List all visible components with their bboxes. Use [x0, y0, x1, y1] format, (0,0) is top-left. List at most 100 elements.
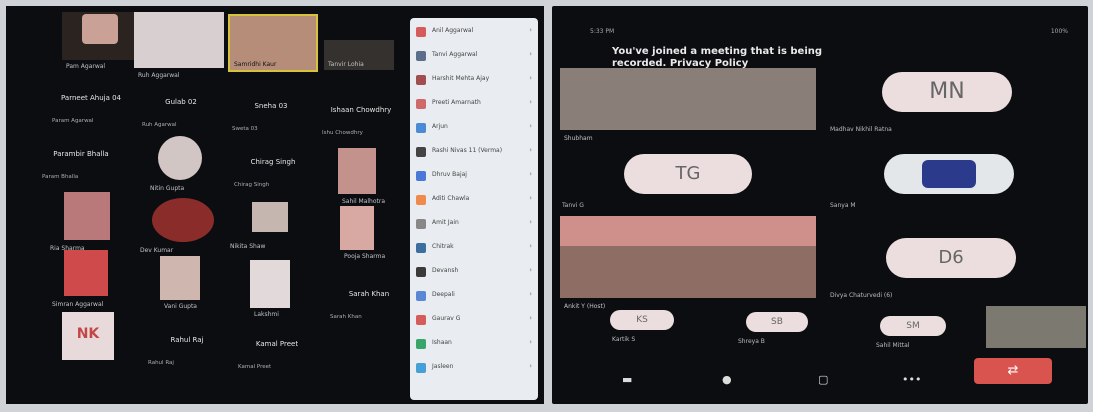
participant-avatar-icon — [416, 147, 426, 157]
participant-initials: TG — [675, 163, 701, 184]
participant-list-item[interactable]: Dhruv Bajaj › — [416, 168, 532, 186]
participant-list-name: Amit Jain — [432, 219, 459, 226]
participant-list-name: Harshit Mehta Ajay — [432, 75, 490, 82]
participant-tile[interactable]: Simran Aggarwal — [52, 250, 108, 308]
participant-tile[interactable]: Ishaan Chowdhry Ishu Chowdhry — [316, 98, 406, 138]
participant-name: Vani Gupta — [164, 303, 197, 310]
participant-list-item[interactable]: Rashi Nivas 11 (Verma) › — [416, 144, 532, 162]
participant-subname: Param Bhalla — [42, 174, 79, 180]
participant-name: Sarah Khan — [348, 290, 390, 298]
participant-tile[interactable]: Nikita Shaw — [230, 202, 288, 250]
participant-tile[interactable]: Tanvir Lohia — [324, 40, 394, 70]
recording-banner[interactable]: You've joined a meeting that is being re… — [612, 46, 922, 70]
participant-name: Lakshmi — [254, 311, 279, 318]
participant-tile[interactable]: NK — [62, 312, 114, 360]
participant-list-item[interactable]: Chitrak › — [416, 240, 532, 258]
participant-name: Rahul Raj — [170, 336, 204, 344]
more-options-icon[interactable]: ••• — [902, 373, 921, 386]
participant-list-name: Anil Aggarwal — [432, 27, 474, 34]
chevron-right-icon: › — [529, 242, 532, 250]
participant-avatar[interactable]: KS — [610, 310, 674, 330]
participant-list-item[interactable]: Arjun › — [416, 120, 532, 138]
participant-list-name: Chitrak — [432, 243, 454, 250]
battery-indicator: 100% — [1050, 28, 1068, 35]
participant-avatar[interactable]: D6 — [886, 238, 1016, 278]
participant-tile[interactable]: Pam Agarwal — [62, 12, 140, 70]
participant-tile[interactable]: Gulab 02 Ruh Agarwal — [136, 90, 226, 130]
participant-initials: SM — [906, 321, 920, 331]
participant-subname: Chirag Singh — [234, 182, 270, 188]
participant-tile[interactable]: Parneet Ahuja 04 Param Agarwal — [46, 86, 136, 126]
participant-tile[interactable]: Rahul Raj Rahul Raj — [142, 328, 232, 368]
participant-list-name: Tanvi Aggarwal — [432, 51, 478, 58]
participant-avatar-icon — [416, 339, 426, 349]
participant-list-name: Arjun — [432, 123, 448, 130]
participant-avatar-icon — [416, 195, 426, 205]
active-speaker-tile[interactable]: Samridhi Kaur — [228, 14, 318, 72]
participant-avatar-icon — [416, 219, 426, 229]
participant-avatar-icon — [416, 75, 426, 85]
participant-list-item[interactable]: Gaurav G › — [416, 312, 532, 330]
participant-tile[interactable]: Pooja Sharma — [340, 206, 385, 260]
participant-list-item[interactable]: Aditi Chawla › — [416, 192, 532, 210]
participant-avatar-icon — [416, 51, 426, 61]
participant-tile[interactable]: Sahil Malhotra — [338, 148, 385, 205]
self-view-tile[interactable] — [986, 306, 1086, 348]
participant-avatar[interactable]: SM — [880, 316, 946, 336]
participant-list-name: Rashi Nivas 11 (Verma) — [432, 147, 503, 154]
participant-name: Shreya B — [738, 338, 765, 345]
participant-name: Tanvi G — [562, 202, 584, 209]
participant-avatar-icon — [416, 267, 426, 277]
participant-avatar[interactable] — [884, 154, 1014, 194]
participant-list-name: Jasleen — [432, 363, 454, 370]
participant-name: Parambir Bhalla — [53, 150, 109, 158]
participant-tile[interactable]: Ria Sharma — [50, 192, 110, 252]
participant-list-item[interactable]: Deepali › — [416, 288, 532, 306]
participant-tile[interactable]: Ruh Aggarwal — [134, 12, 224, 79]
participants-list-panel[interactable]: Anil Aggarwal › Tanvi Aggarwal › Harshit M… — [410, 18, 538, 400]
participant-list-item[interactable]: Devansh › — [416, 264, 532, 282]
participant-list-item[interactable]: Jasleen › — [416, 360, 532, 378]
participant-name: Kartik S — [612, 336, 636, 343]
end-call-icon: ⇄ — [1007, 363, 1019, 378]
chat-icon[interactable]: ▢ — [818, 373, 828, 386]
participant-list-item[interactable]: Ishaan › — [416, 336, 532, 354]
participant-video-tile[interactable]: Shubham — [560, 68, 816, 142]
recording-banner-line1: You've joined a meeting that is being — [612, 46, 823, 57]
participant-tile[interactable]: Lakshmi — [250, 260, 290, 318]
participant-list-item[interactable]: Tanvi Aggarwal › — [416, 48, 532, 66]
participant-list-item[interactable]: Amit Jain › — [416, 216, 532, 234]
participant-name: Gulab 02 — [165, 98, 197, 106]
participant-name: Pooja Sharma — [344, 253, 386, 260]
participant-name: Madhav Nikhil Ratna — [830, 126, 892, 133]
participant-subname: Ruh Agarwal — [142, 122, 177, 128]
participant-tile[interactable]: Dev Kumar — [140, 198, 214, 254]
participant-name: Sneha 03 — [254, 102, 288, 110]
participant-tile[interactable]: Parambir Bhalla Param Bhalla — [36, 142, 126, 182]
participant-avatar-icon — [416, 171, 426, 181]
leave-call-button[interactable]: ⇄ — [974, 358, 1052, 384]
participant-list-name: Devansh — [432, 267, 459, 274]
participant-tile[interactable]: Sneha 03 Sweta 03 — [226, 94, 316, 134]
participant-name: Ankit Y (Host) — [564, 303, 606, 310]
camera-toggle-icon[interactable]: ▬ — [622, 373, 632, 386]
participant-tile[interactable]: Kamal Preet Kamal Preet — [232, 332, 322, 372]
participant-tile[interactable]: Nitin Gupta — [150, 136, 202, 192]
participant-tile[interactable]: Sarah Khan Sarah Khan — [324, 282, 414, 322]
participant-list-item[interactable]: Anil Aggarwal › — [416, 24, 532, 42]
participant-avatar[interactable]: TG — [624, 154, 752, 194]
participant-subname: Ishu Chowdhry — [322, 130, 363, 136]
participant-avatar[interactable]: SB — [746, 312, 808, 332]
participant-list-item[interactable]: Harshit Mehta Ajay › — [416, 72, 532, 90]
participant-subname: Sweta 03 — [232, 126, 258, 132]
chevron-right-icon: › — [529, 146, 532, 154]
participant-list-item[interactable]: Preeti Amarnath › — [416, 96, 532, 114]
participant-name: Sanya M — [830, 202, 856, 209]
mic-toggle-icon[interactable]: ● — [722, 373, 732, 386]
participant-avatar-icon — [416, 123, 426, 133]
participant-video-tile[interactable]: Ankit Y (Host) — [560, 216, 816, 310]
chevron-right-icon: › — [529, 362, 532, 370]
participant-avatar[interactable]: MN — [882, 72, 1012, 112]
participant-tile[interactable]: Vani Gupta — [160, 256, 200, 310]
participant-tile[interactable]: Chirag Singh Chirag Singh — [228, 150, 318, 190]
